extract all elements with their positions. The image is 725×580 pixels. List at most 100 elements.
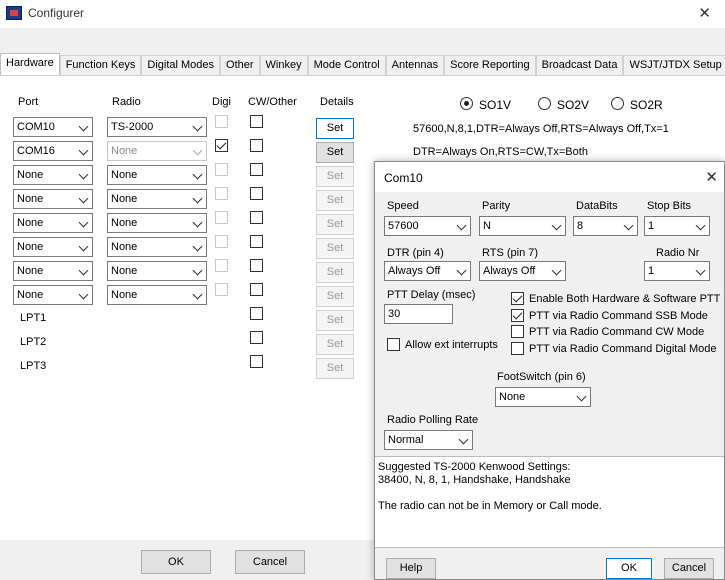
radio-nr-select[interactable]: 1	[644, 261, 710, 281]
so2v-radio[interactable]	[538, 97, 551, 110]
databits-select[interactable]: 8	[573, 216, 638, 236]
radio-select[interactable]: None	[107, 261, 207, 281]
tab-function-keys[interactable]: Function Keys	[59, 55, 142, 75]
cw-other-checkbox[interactable]	[250, 259, 263, 272]
set-button[interactable]: Set	[316, 166, 354, 187]
port-select[interactable]: COM10	[13, 117, 93, 137]
rts-select[interactable]: Always Off	[479, 261, 566, 281]
radio-select[interactable]: None	[107, 141, 207, 161]
lpt-set-button[interactable]: Set	[316, 358, 354, 379]
port-select[interactable]: None	[13, 189, 93, 209]
port-select[interactable]: None	[13, 165, 93, 185]
ptt-option-checkbox[interactable]	[511, 308, 524, 322]
dialog-cancel-button[interactable]: Cancel	[664, 558, 714, 579]
tab-mode-control[interactable]: Mode Control	[307, 55, 386, 75]
cw-other-checkbox[interactable]	[250, 211, 263, 224]
so1v-radio[interactable]	[460, 97, 473, 110]
digi-checkbox[interactable]	[215, 139, 228, 152]
lpt-set-button[interactable]: Set	[316, 310, 354, 331]
cw-other-checkbox[interactable]	[250, 139, 263, 152]
set-button[interactable]: Set	[316, 262, 354, 283]
cw-other-checkbox[interactable]	[250, 187, 263, 200]
set-button[interactable]: Set	[316, 286, 354, 307]
lpt-cw-checkbox[interactable]	[250, 355, 263, 368]
databits-label: DataBits	[576, 200, 618, 212]
footswitch-select[interactable]: None	[495, 387, 591, 407]
ok-button[interactable]: OK	[141, 550, 211, 574]
tab-antennas[interactable]: Antennas	[385, 55, 445, 75]
com-settings-dialog: Com10 ✕ Speed 57600 Parity N DataBits 8 …	[374, 161, 725, 580]
port-select[interactable]: None	[13, 213, 93, 233]
digi-checkbox[interactable]	[215, 211, 228, 224]
radio-select[interactable]: None	[107, 237, 207, 257]
chevron-down-icon	[78, 265, 90, 277]
lpt-cw-checkbox[interactable]	[250, 307, 263, 320]
dialog-close-icon[interactable]: ✕	[705, 168, 718, 186]
digi-checkbox[interactable]	[215, 259, 228, 272]
tab-winkey[interactable]: Winkey	[259, 55, 308, 75]
tab-hardware[interactable]: Hardware	[0, 53, 60, 75]
set-button[interactable]: Set	[316, 190, 354, 211]
cancel-button[interactable]: Cancel	[235, 550, 305, 574]
tab-digital-modes[interactable]: Digital Modes	[141, 55, 221, 75]
ptt-option-label: PTT via Radio Command Digital Mode	[529, 342, 717, 355]
set-button[interactable]: Set	[316, 214, 354, 235]
cw-other-checkbox[interactable]	[250, 115, 263, 128]
chevron-down-icon	[192, 145, 204, 157]
rts-value: Always Off	[483, 265, 536, 277]
so2v-label: SO2V	[557, 98, 590, 112]
set-button[interactable]: Set	[316, 238, 354, 259]
stopbits-select[interactable]: 1	[644, 216, 710, 236]
port-select[interactable]: None	[13, 261, 93, 281]
databits-value: 8	[577, 220, 584, 232]
suggested-settings-memo[interactable]: Suggested TS-2000 Kenwood Settings: 38400…	[375, 456, 724, 548]
set-button[interactable]: Set	[316, 142, 354, 163]
digi-checkbox[interactable]	[215, 235, 228, 248]
dialog-ok-button[interactable]: OK	[606, 558, 652, 579]
radio-nr-value: 1	[648, 265, 655, 277]
cw-other-checkbox[interactable]	[250, 163, 263, 176]
digi-checkbox[interactable]	[215, 163, 228, 176]
ptt-delay-label: PTT Delay (msec)	[387, 289, 476, 301]
ptt-option-checkbox[interactable]	[511, 325, 524, 338]
parity-select[interactable]: N	[479, 216, 566, 236]
digi-checkbox[interactable]	[215, 283, 228, 296]
tab-strip: Hardware Function Keys Digital Modes Other W…	[0, 53, 725, 75]
allow-ext-interrupts-checkbox[interactable]	[387, 338, 400, 351]
digi-checkbox[interactable]	[215, 115, 228, 128]
set-button[interactable]: Set	[316, 118, 354, 139]
port-select[interactable]: None	[13, 237, 93, 257]
speed-select[interactable]: 57600	[384, 216, 471, 236]
ptt-option-checkbox[interactable]	[511, 341, 524, 355]
tab-other[interactable]: Other	[220, 55, 260, 75]
digi-checkbox[interactable]	[215, 187, 228, 200]
chevron-down-icon	[192, 241, 204, 253]
tab-broadcast-data[interactable]: Broadcast Data	[535, 55, 624, 75]
radio-select[interactable]: None	[107, 213, 207, 233]
lpt-cw-checkbox[interactable]	[250, 331, 263, 344]
polling-rate-select[interactable]: Normal	[384, 430, 473, 450]
port-select[interactable]: None	[13, 285, 93, 305]
help-button[interactable]: Help	[386, 558, 436, 579]
tab-wsjt-jtdx-setup[interactable]: WSJT/JTDX Setup	[623, 55, 725, 75]
cw-other-checkbox[interactable]	[250, 283, 263, 296]
ptt-delay-input[interactable]: 30	[384, 304, 453, 324]
so2r-radio[interactable]	[611, 97, 624, 110]
radio-select[interactable]: TS-2000	[107, 117, 207, 137]
memo-line: The radio can not be in Memory or Call m…	[378, 500, 602, 512]
port-select[interactable]: COM16	[13, 141, 93, 161]
radio-select[interactable]: None	[107, 189, 207, 209]
radio-select[interactable]: None	[107, 165, 207, 185]
radio-header: Radio	[112, 96, 141, 108]
lpt-set-button[interactable]: Set	[316, 334, 354, 355]
close-icon[interactable]: ✕	[698, 4, 711, 22]
dtr-select[interactable]: Always Off	[384, 261, 471, 281]
radio-select[interactable]: None	[107, 285, 207, 305]
ptt-option-checkbox[interactable]	[511, 292, 524, 305]
polling-rate-value: Normal	[388, 434, 424, 446]
dtr-label: DTR (pin 4)	[387, 247, 444, 259]
radio-value: TS-2000	[111, 121, 154, 133]
port-value: None	[17, 265, 44, 277]
cw-other-checkbox[interactable]	[250, 235, 263, 248]
tab-score-reporting[interactable]: Score Reporting	[444, 55, 536, 75]
